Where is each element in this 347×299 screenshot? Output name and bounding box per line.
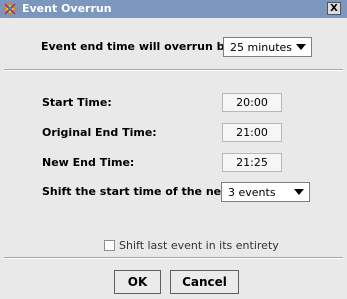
overrun-duration-select[interactable]: 25 minutes [223, 37, 312, 57]
window-title: Event Overrun [22, 2, 112, 15]
start-time-field: 20:00 [222, 93, 282, 112]
overrun-duration-value: 25 minutes [230, 41, 293, 54]
overrun-label: Event end time will overrun by: [41, 40, 237, 53]
shift-events-select[interactable]: 3 events [221, 182, 310, 202]
shift-last-event-checkbox[interactable] [104, 240, 115, 251]
chevron-down-icon [294, 189, 304, 195]
divider [4, 257, 343, 259]
dialog-body: Event end time will overrun by: 25 minut… [0, 18, 347, 299]
sparkle-icon [2, 1, 18, 17]
ok-button[interactable]: OK [114, 270, 161, 294]
shift-events-value: 3 events [228, 186, 276, 199]
original-end-time-field: 21:00 [222, 123, 282, 142]
new-end-time-label: New End Time: [42, 156, 135, 169]
title-bar: Event Overrun X [0, 0, 347, 18]
chevron-down-icon [296, 44, 306, 50]
close-button[interactable]: X [327, 2, 341, 15]
start-time-label: Start Time: [42, 96, 112, 109]
cancel-button[interactable]: Cancel [170, 270, 239, 294]
shift-last-event-label[interactable]: Shift last event in its entirety [119, 239, 279, 252]
shift-events-label: Shift the start time of the next [42, 185, 234, 198]
close-icon: X [330, 3, 338, 14]
original-end-time-label: Original End Time: [42, 126, 157, 139]
divider [4, 69, 343, 71]
new-end-time-field: 21:25 [222, 153, 282, 172]
